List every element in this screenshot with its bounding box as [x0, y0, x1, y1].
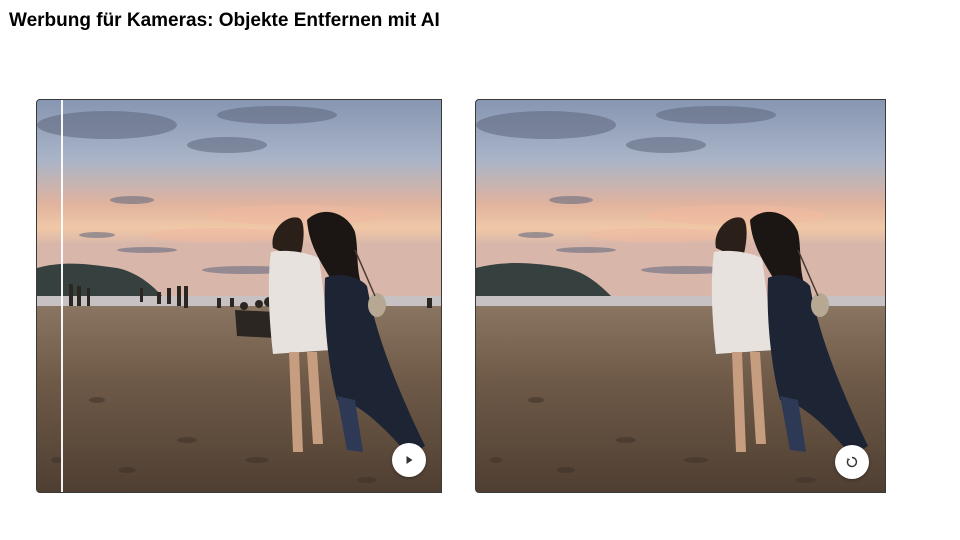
replay-icon: [846, 456, 858, 468]
scrub-line[interactable]: [61, 100, 63, 492]
before-beach-image: [37, 100, 441, 492]
play-button[interactable]: [392, 443, 426, 477]
after-beach-image: [476, 100, 885, 492]
after-photo[interactable]: [475, 99, 886, 493]
replay-button[interactable]: [835, 445, 869, 479]
slide-title: Werbung für Kameras: Objekte Entfernen m…: [9, 10, 440, 31]
play-icon: [406, 456, 413, 464]
before-photo[interactable]: [36, 99, 442, 493]
